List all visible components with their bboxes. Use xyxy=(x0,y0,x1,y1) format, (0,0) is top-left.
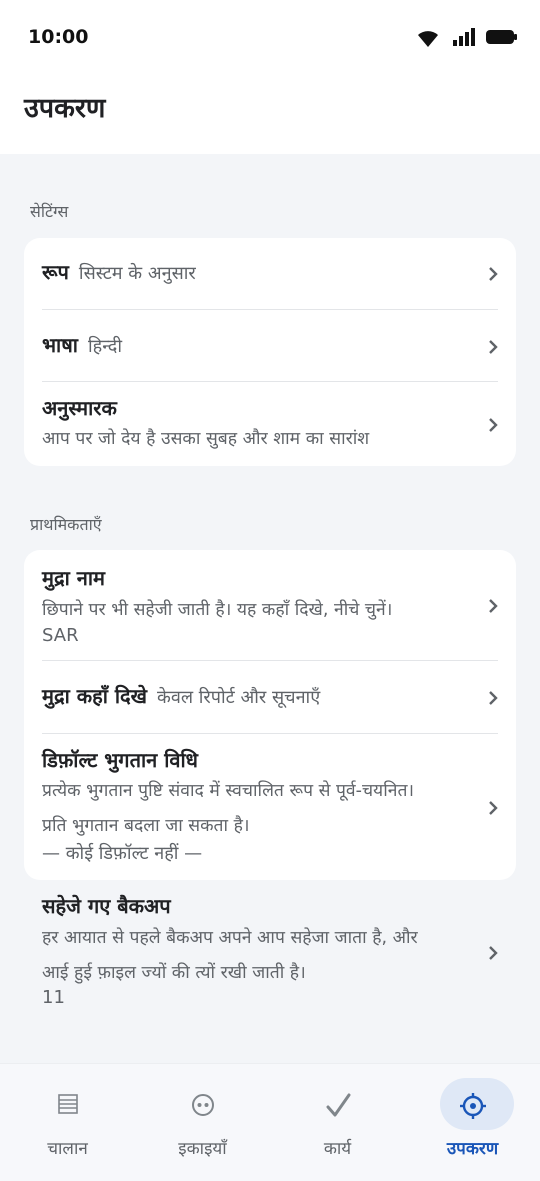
gear-icon xyxy=(405,1092,540,1122)
app-header: उपकरण xyxy=(0,70,540,154)
nav-label: उपकरण xyxy=(446,1139,499,1159)
chevron-right-icon xyxy=(489,946,498,960)
currency-display-value: केवल रिपोर्ट और सूचनाएँ xyxy=(157,687,321,708)
page-title: उपकरण xyxy=(24,93,106,124)
check-icon xyxy=(270,1092,405,1122)
list-icon xyxy=(0,1092,135,1122)
language-label: भाषा हिन्दी xyxy=(42,333,122,357)
currency-name-label: मुद्रा नाम xyxy=(42,566,105,590)
status-bar: 10:00 xyxy=(0,0,540,70)
chevron-right-icon xyxy=(489,801,498,815)
currency-name-row[interactable]: मुद्रा नाम छिपाने पर भी सहेजी जाती है। य… xyxy=(24,550,516,660)
currency-name-value: SAR xyxy=(42,625,79,646)
chevron-right-icon xyxy=(489,599,498,613)
reminders-description: आप पर जो देय है उसका सुबह और शाम का सारा… xyxy=(42,429,370,449)
appearance-row[interactable]: रूप सिस्टम के अनुसार xyxy=(24,238,516,310)
saved-backups-row[interactable]: सहेजे गए बैकअप हर आयात से पहले बैकअप अपन… xyxy=(24,880,516,1010)
language-value: हिन्दी xyxy=(87,336,122,357)
saved-backups-description: हर आयात से पहले बैकअप अपने आप सहेजा जाता… xyxy=(42,928,418,948)
currency-display-label: मुद्रा कहाँ दिखे केवल रिपोर्ट और सूचनाएँ xyxy=(42,684,321,708)
default-payment-description: प्रति भुगतान बदला जा सकता है। xyxy=(42,816,250,836)
nav-label: इकाइयाँ xyxy=(178,1139,227,1159)
currency-display-row[interactable]: मुद्रा कहाँ दिखे केवल रिपोर्ट और सूचनाएँ xyxy=(24,661,516,733)
nav-label: कार्य xyxy=(323,1139,352,1159)
bottom-nav: चालान इकाइयाँ कार्य उपकरण xyxy=(0,1063,540,1181)
currency-name-description: छिपाने पर भी सहेजी जाती है। यह कहाँ दिखे… xyxy=(42,600,393,620)
settings-card: रूप सिस्टम के अनुसार भाषा हिन्दी अनुस्मारक… xyxy=(24,238,516,466)
nav-item-tasks[interactable]: कार्य xyxy=(270,1064,405,1181)
preferences-card: मुद्रा नाम छिपाने पर भी सहेजी जाती है। य… xyxy=(24,550,516,880)
status-time: 10:00 xyxy=(28,26,89,48)
chevron-right-icon xyxy=(489,340,498,354)
chevron-right-icon xyxy=(489,691,498,705)
appearance-value: सिस्टम के अनुसार xyxy=(78,263,196,284)
signal-icon xyxy=(453,28,475,46)
default-payment-row[interactable]: डिफ़ॉल्ट भुगतान विधि प्रत्येक भुगतान पुष… xyxy=(24,734,516,880)
chevron-right-icon xyxy=(489,418,498,432)
units-icon xyxy=(135,1092,270,1122)
default-payment-description: प्रत्येक भुगतान पुष्टि संवाद में स्वचालि… xyxy=(42,781,415,801)
default-payment-label: डिफ़ॉल्ट भुगतान विधि xyxy=(42,748,198,772)
section-header-settings: सेटिंग्स xyxy=(30,202,69,221)
chevron-right-icon xyxy=(489,267,498,281)
battery-icon xyxy=(486,30,517,44)
reminders-label: अनुस्मारक xyxy=(42,396,117,420)
saved-backups-label: सहेजे गए बैकअप xyxy=(42,894,171,918)
appearance-label: रूप सिस्टम के अनुसार xyxy=(42,260,196,284)
section-header-preferences: प्राथमिकताएँ xyxy=(30,515,102,534)
nav-label: चालान xyxy=(47,1139,88,1159)
nav-item-tools[interactable]: उपकरण xyxy=(405,1064,540,1181)
language-row[interactable]: भाषा हिन्दी xyxy=(24,310,516,382)
default-payment-value: — कोई डिफ़ॉल्ट नहीं — xyxy=(42,843,203,864)
reminders-row[interactable]: अनुस्मारक आप पर जो देय है उसका सुबह और श… xyxy=(24,382,516,466)
nav-item-units[interactable]: इकाइयाँ xyxy=(135,1064,270,1181)
saved-backups-count: 11 xyxy=(42,987,65,1008)
wifi-icon xyxy=(418,31,438,47)
saved-backups-description: आई हुई फ़ाइल ज्यों की त्यों रखी जाती है। xyxy=(42,963,306,983)
nav-item-invoices[interactable]: चालान xyxy=(0,1064,135,1181)
